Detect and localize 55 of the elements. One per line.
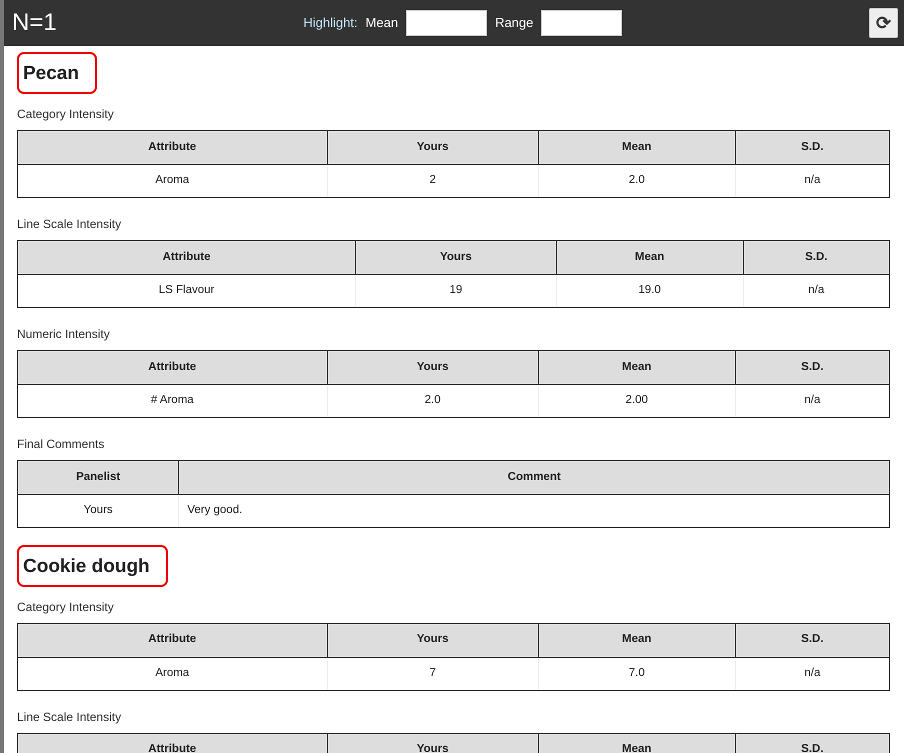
- column-header: Yours: [327, 623, 538, 658]
- table-cell: 2.0: [538, 164, 736, 198]
- table-cell: Aroma: [18, 657, 328, 690]
- table-caption: Line Scale Intensity: [17, 708, 122, 726]
- product-title: Cookie dough: [17, 544, 168, 587]
- table-cell: n/a: [735, 164, 890, 198]
- column-header: S.D.: [735, 623, 890, 658]
- column-header: Attribute: [18, 623, 328, 658]
- table-cell: 19: [356, 274, 556, 308]
- column-header: Mean: [538, 623, 736, 658]
- column-header: Mean: [556, 240, 744, 274]
- column-header: Attribute: [18, 733, 328, 753]
- column-header: Mean: [538, 130, 736, 164]
- highlight-label: Highlight:: [303, 14, 358, 32]
- table-cell: 19.0: [556, 274, 744, 308]
- table-caption: Category Intensity: [17, 598, 115, 616]
- column-header: Attribute: [18, 350, 328, 384]
- column-header: Yours: [356, 240, 556, 274]
- column-header: Comment: [178, 460, 890, 494]
- table-cell: Very good.: [178, 494, 890, 528]
- table-cell: 7: [327, 657, 538, 690]
- table-caption: Numeric Intensity: [17, 326, 111, 343]
- table-cell: n/a: [735, 657, 890, 690]
- table-cell: LS Flavour: [18, 274, 356, 308]
- mean-label: Mean: [366, 14, 398, 32]
- table-cell: 2: [327, 164, 538, 198]
- table-cell: 2.0: [327, 384, 538, 418]
- mean-input[interactable]: [406, 10, 488, 36]
- range-label: Range: [495, 14, 534, 32]
- table-cell: Yours: [18, 494, 179, 528]
- table-caption: Final Comments: [17, 436, 106, 453]
- column-header: Mean: [538, 350, 736, 384]
- range-input[interactable]: [541, 10, 622, 36]
- column-header: Attribute: [18, 130, 328, 164]
- column-header: Yours: [327, 350, 538, 384]
- column-header: Attribute: [18, 240, 356, 274]
- table-cell: 7.0: [538, 657, 736, 690]
- table-cell: n/a: [735, 384, 890, 418]
- table-caption: Category Intensity: [17, 106, 115, 123]
- column-header: S.D.: [735, 130, 890, 164]
- column-header: Yours: [327, 733, 538, 753]
- table-cell: n/a: [743, 274, 890, 308]
- column-header: Mean: [538, 733, 736, 753]
- product-title: Pecan: [17, 52, 97, 94]
- table-cell: Aroma: [18, 164, 328, 198]
- column-header: S.D.: [735, 350, 890, 384]
- column-header: S.D.: [735, 733, 890, 753]
- column-header: Panelist: [18, 460, 179, 494]
- table-caption: Line Scale Intensity: [17, 216, 122, 233]
- page-title: N=1: [12, 9, 57, 36]
- table-cell: # Aroma: [18, 384, 328, 418]
- column-header: Yours: [327, 130, 538, 164]
- table-cell: 2.00: [538, 384, 736, 418]
- refresh-button[interactable]: ⟳: [869, 8, 898, 38]
- column-header: S.D.: [743, 240, 890, 274]
